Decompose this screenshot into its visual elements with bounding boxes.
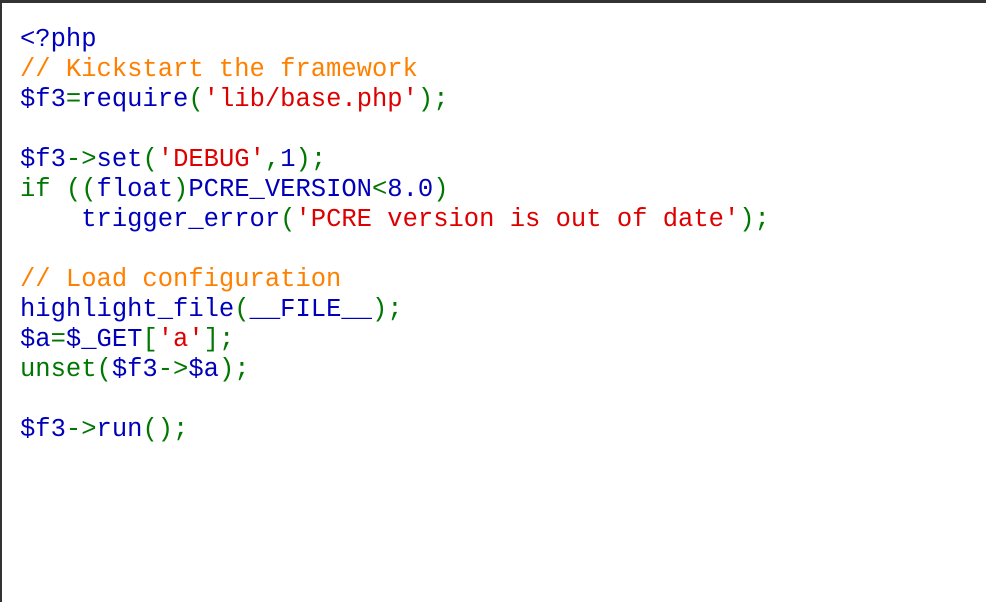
code-token-keyword: ); bbox=[417, 85, 449, 114]
code-token-string: 'lib/base.php' bbox=[203, 85, 418, 114]
code-token-keyword: = bbox=[65, 85, 82, 114]
code-token-default: 1 bbox=[280, 145, 296, 174]
code-token-string: 'a' bbox=[157, 325, 204, 354]
code-token-keyword: ( bbox=[280, 205, 296, 234]
code-token-keyword: ( bbox=[234, 295, 250, 324]
code-token-string: 'PCRE version is out of date' bbox=[295, 205, 740, 234]
code-token-default: highlight_file bbox=[20, 295, 235, 324]
code-token-default: __FILE__ bbox=[249, 295, 372, 324]
code-token-default: $a bbox=[20, 325, 51, 354]
code-token-default: set bbox=[96, 145, 143, 174]
code-token-default: $f3 bbox=[111, 355, 158, 384]
code-token-keyword: ( bbox=[142, 145, 158, 174]
code-token-default: float bbox=[96, 175, 174, 204]
code-token-keyword: -> bbox=[65, 415, 97, 444]
code-token-string: 'DEBUG' bbox=[157, 145, 265, 174]
code-token-keyword: = bbox=[50, 325, 66, 354]
code-line: $a=$_GET['a']; bbox=[20, 325, 770, 355]
code-token-keyword: , bbox=[264, 145, 281, 174]
code-token-keyword: ]; bbox=[203, 325, 235, 354]
highlighted-source-code: <?php// Kickstart the framework $f3=requi… bbox=[20, 25, 770, 445]
browser-page: <?php// Kickstart the framework $f3=requi… bbox=[0, 0, 986, 602]
code-line: trigger_error('PCRE version is out of da… bbox=[20, 205, 770, 235]
code-token-default: $f3 bbox=[20, 145, 66, 174]
code-token-default: 8.0 bbox=[387, 175, 434, 204]
code-token-keyword: unset( bbox=[20, 355, 112, 384]
code-token-keyword: (); bbox=[142, 415, 189, 444]
code-token-keyword: -> bbox=[157, 355, 189, 384]
code-token-comment: // Kickstart the framework bbox=[20, 55, 418, 84]
code-token-default: $f3 bbox=[20, 415, 66, 444]
code-token-keyword: < bbox=[371, 175, 388, 204]
code-line: if ((float)PCRE_VERSION<8.0) bbox=[20, 175, 770, 205]
code-token-default: <?php bbox=[20, 25, 97, 54]
code-token-keyword: ) bbox=[173, 175, 189, 204]
code-token-comment: // Load configuration bbox=[20, 265, 342, 294]
code-token-default: run bbox=[96, 415, 143, 444]
code-token-default: $f3 bbox=[20, 85, 66, 114]
code-token-default: $_GET bbox=[65, 325, 143, 354]
code-token-default: require bbox=[81, 85, 189, 114]
code-line: highlight_file(__FILE__); bbox=[20, 295, 770, 325]
code-token-keyword: if (( bbox=[20, 175, 97, 204]
code-line: $f3->run(); bbox=[20, 415, 770, 445]
code-token-keyword: ( bbox=[188, 85, 204, 114]
code-token-keyword: ); bbox=[739, 205, 770, 234]
code-token-keyword: [ bbox=[142, 325, 158, 354]
code-line: <?php bbox=[20, 25, 770, 55]
code-line: // Kickstart the framework bbox=[20, 55, 770, 85]
code-token-keyword: ) bbox=[433, 175, 449, 204]
code-token-default: PCRE_VERSION bbox=[188, 175, 372, 204]
code-token-default: trigger_error bbox=[20, 205, 281, 234]
code-line: // Load configuration bbox=[20, 265, 770, 295]
code-line: $f3=require('lib/base.php'); bbox=[20, 85, 770, 115]
code-token-keyword: ); bbox=[371, 295, 403, 324]
code-token-keyword: ); bbox=[218, 355, 250, 384]
code-token-keyword: -> bbox=[65, 145, 97, 174]
code-line: unset($f3->$a); bbox=[20, 355, 770, 385]
code-line: $f3->set('DEBUG',1); bbox=[20, 145, 770, 175]
code-token-keyword: ); bbox=[295, 145, 327, 174]
code-token-default: $a bbox=[188, 355, 219, 384]
